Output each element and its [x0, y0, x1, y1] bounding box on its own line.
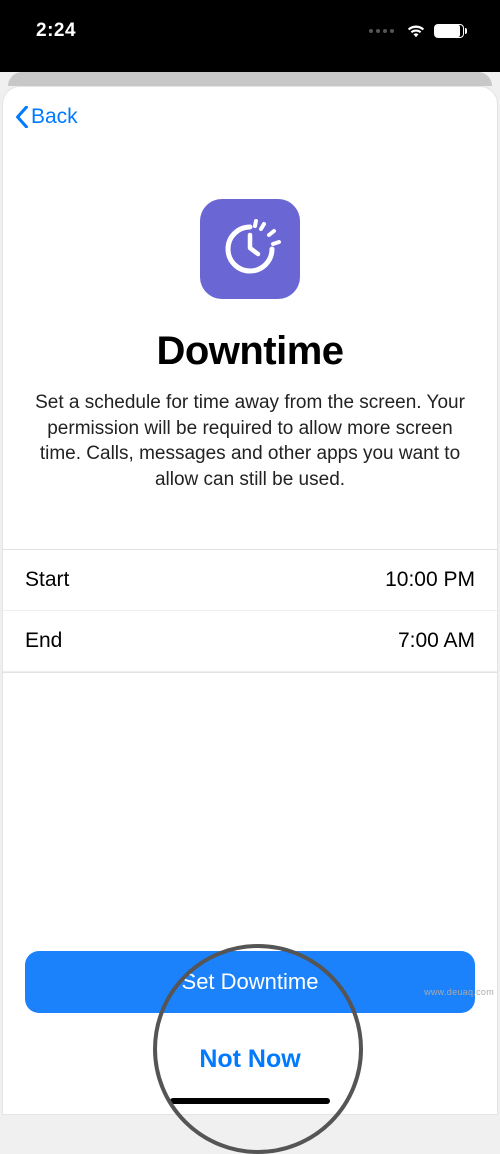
cellular-dots-icon	[369, 29, 394, 33]
watermark: www.deuaq.com	[424, 987, 494, 997]
main-sheet: Back Downtime Set a schedule for time aw…	[2, 86, 498, 1115]
hero-icon-wrap	[3, 199, 497, 299]
battery-icon	[434, 24, 464, 38]
end-label: End	[25, 629, 62, 653]
set-downtime-button[interactable]: Set Downtime	[25, 951, 475, 1013]
sheet-background	[8, 72, 492, 86]
end-time-row[interactable]: End 7:00 AM	[3, 611, 497, 672]
start-time-row[interactable]: Start 10:00 PM	[3, 550, 497, 611]
not-now-button[interactable]: Not Now	[25, 1041, 475, 1084]
footer: Set Downtime Not Now	[3, 951, 497, 1114]
wifi-icon	[406, 24, 426, 38]
status-icons	[369, 24, 464, 38]
back-button[interactable]: Back	[15, 105, 78, 129]
status-time: 2:24	[36, 20, 76, 42]
status-bar: 2:24	[0, 0, 500, 72]
page-description: Set a schedule for time away from the sc…	[3, 374, 497, 493]
start-value: 10:00 PM	[385, 568, 475, 592]
primary-button-label: Set Downtime	[182, 969, 319, 995]
page-title: Downtime	[3, 329, 497, 374]
home-indicator	[170, 1098, 330, 1104]
end-value: 7:00 AM	[398, 629, 475, 653]
chevron-left-icon	[15, 106, 29, 128]
back-label: Back	[31, 105, 78, 129]
start-label: Start	[25, 568, 69, 592]
nav-bar: Back	[3, 87, 497, 139]
downtime-icon	[200, 199, 300, 299]
divider	[3, 672, 497, 673]
secondary-button-label: Not Now	[199, 1045, 300, 1073]
